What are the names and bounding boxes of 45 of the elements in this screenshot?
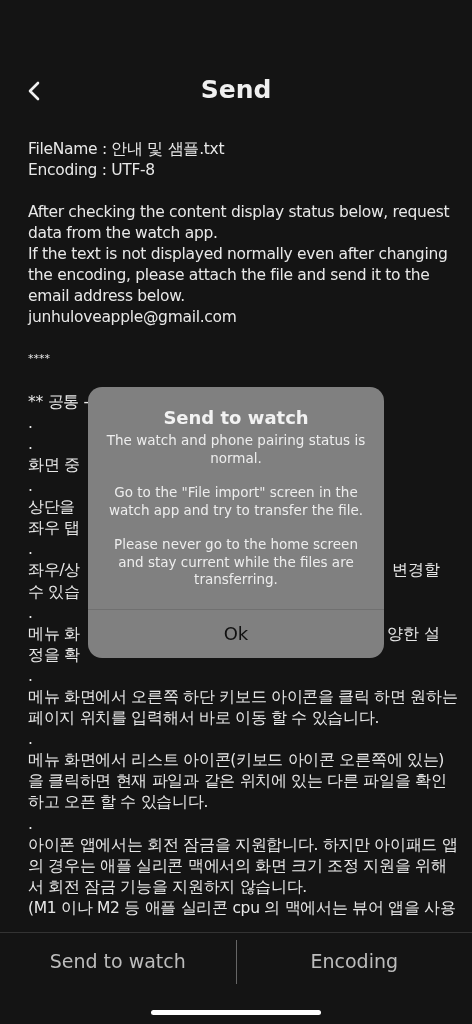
content-text: 아이폰 앱에서는 회전 잠금을 지원합니다. 하지만 아이패드 앱 [28, 834, 458, 855]
content-text: . [28, 665, 33, 686]
content-text: email address below. [28, 286, 185, 307]
content-text: 수 있습 [28, 581, 80, 602]
ok-button[interactable]: Ok [88, 609, 384, 658]
content-text: (M1 이나 M2 등 애플 실리콘 cpu 의 맥에서는 뷰어 앱을 사용 [28, 897, 456, 918]
content-text: If the text is not displayed normally even after changing [28, 244, 448, 264]
content-text: junhuloveapple@gmail.com [28, 307, 237, 328]
content-text: 메뉴 화면에서 리스트 아이콘(키보드 아이콘 오른쪽에 있는) [28, 750, 445, 771]
content-text: 메뉴 화면에서 오른쪽 하단 키보드 아이콘을 클릭 하면 원하는 [28, 687, 458, 707]
dialog-message: Please never go to the home screen and stay current while the files are transferring. [113, 536, 359, 589]
content-text: 정을 확 [28, 644, 80, 665]
content-text: . [28, 433, 33, 454]
content-text: 하고 오픈 할 수 있습니다. [28, 792, 209, 813]
content-text: Encoding : UTF-8 [28, 159, 155, 180]
content-text: 메뉴 화 [28, 623, 80, 644]
content-text: **** [28, 352, 50, 367]
content-text: After checking the content display status below, request [28, 201, 450, 222]
content-text: data from the watch app. [28, 222, 218, 243]
dialog-message: The watch and phone pairing status is normal. [105, 432, 367, 467]
dialog-title: Send to watch [163, 407, 309, 429]
content-text: the encoding, please attach the file and send it to the [28, 265, 430, 286]
content-text: 좌우 탭 [28, 518, 80, 539]
content-text: FileName : 안내 및 샘플.txt [28, 138, 225, 159]
content-text: 의 경우는 애플 실리콘 맥에서의 화면 크기 조정 지원을 위해 [28, 855, 447, 876]
content-text: 상단을 [28, 497, 76, 518]
dialog-message: Go to the "File import" screen in the watch app and try to transfer the file. [107, 484, 365, 519]
bottom-bar-button[interactable]: Encoding [236, 933, 472, 990]
screen-title: Send [200, 74, 272, 106]
content-text: . [28, 476, 33, 497]
content-text: 서 회전 잠금 기능을 지원하지 않습니다. [28, 876, 307, 897]
back-icon [28, 81, 40, 101]
content-text: . [28, 412, 33, 433]
content-text: 양한 설 [387, 623, 441, 644]
bottom-bar-button[interactable]: Send to watch [0, 933, 236, 990]
content-text: 을 클릭하면 현재 파일과 같은 위치에 있는 다른 파일을 확인 [28, 771, 447, 792]
content-text: 좌우/상 [28, 560, 81, 581]
content-text: 페이지 위치를 입력해서 바로 이동 할 수 있습니다. [28, 708, 380, 729]
content-text: . [28, 539, 33, 560]
content-text: . [28, 602, 33, 623]
content-text: 화면 중 [28, 454, 80, 475]
content-text: . [28, 729, 33, 750]
content-text: 변경할 [392, 560, 441, 581]
content-text: . [28, 813, 33, 834]
content-text: ** 공통 - [28, 391, 89, 412]
